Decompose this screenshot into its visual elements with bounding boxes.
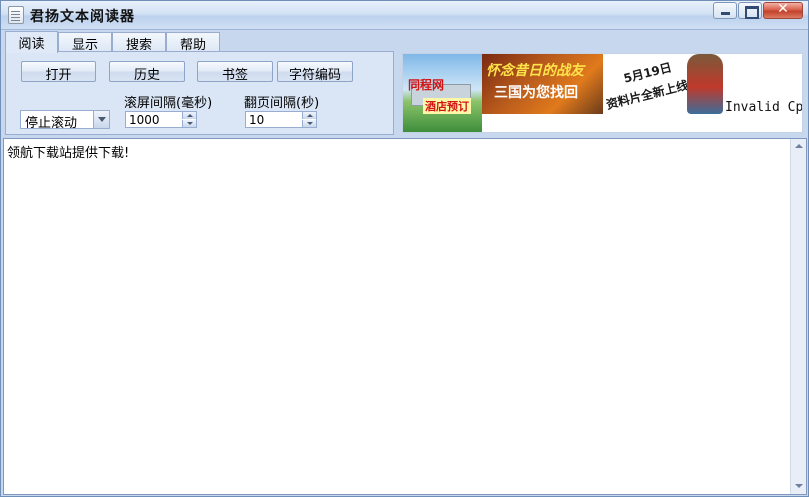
stepper-down-icon[interactable] [182,120,196,127]
scroll-interval-stepper[interactable]: 1000 [125,111,197,128]
ad-game[interactable]: 怀念昔日的战友 三国为您找回 [482,54,603,114]
tab-help[interactable]: 帮助 [166,32,220,53]
scroll-up-icon[interactable] [791,139,806,154]
bookmark-button[interactable]: 书签 [197,61,273,83]
stepper-down-icon[interactable] [302,120,316,127]
maximize-button[interactable] [738,2,762,19]
app-window: 君扬文本阅读器 ✕ 阅读 显示 搜索 帮助 打开 历史 书签 字符编码 停止滚动… [0,0,809,497]
stepper-up-icon[interactable] [182,112,196,119]
close-button[interactable]: ✕ [763,1,803,19]
ad-banner[interactable]: 同程网 酒店预订 怀念昔日的战友 三国为您找回 5月19日 资料片全新上线 In… [402,53,803,133]
ad-game-title: 怀念昔日的战友 [486,63,584,79]
tab-read[interactable]: 阅读 [5,31,58,53]
document-icon [8,6,24,24]
tab-search[interactable]: 搜索 [112,32,166,53]
ad-game-subtitle: 三国为您找回 [494,85,578,101]
scroll-down-icon[interactable] [791,479,806,494]
ad-hotel[interactable]: 同程网 酒店预订 [403,54,482,132]
ad-error-text: Invalid Cp [725,100,803,115]
ad-hotel-title: 同程网 [408,78,445,92]
stepper-buttons [182,112,196,127]
open-button[interactable]: 打开 [21,61,96,83]
title-bar[interactable]: 君扬文本阅读器 ✕ [1,1,808,30]
stepper-up-icon[interactable] [302,112,316,119]
scroll-mode-select[interactable]: 停止滚动 [20,110,110,131]
tab-display[interactable]: 显示 [58,32,112,53]
vertical-scrollbar[interactable] [790,139,806,494]
close-icon: ✕ [777,1,789,17]
page-interval-value: 10 [249,113,265,127]
history-button[interactable]: 历史 [109,61,185,83]
ad-expansion-subtitle: 资料片全新上线 [604,78,690,112]
ad-hotel-subtitle: 酒店预订 [423,98,471,114]
ad-expansion[interactable]: 5月19日 资料片全新上线 [603,54,725,132]
encoding-button[interactable]: 字符编码 [277,61,353,83]
page-interval-label: 翻页间隔(秒) [244,96,320,111]
window-title: 君扬文本阅读器 [30,9,135,25]
warrior-image [687,54,723,114]
chevron-down-icon[interactable] [93,111,109,128]
stepper-buttons [302,112,316,127]
minimize-button[interactable] [713,2,737,19]
scroll-interval-value: 1000 [129,113,160,127]
document-content: 领航下载站提供下载! [7,146,130,161]
scroll-mode-value: 停止滚动 [25,116,78,131]
page-interval-stepper[interactable]: 10 [245,111,317,128]
scroll-interval-label: 滚屏间隔(毫秒) [124,96,213,111]
reader-text-area[interactable]: 领航下载站提供下载! [3,138,807,495]
